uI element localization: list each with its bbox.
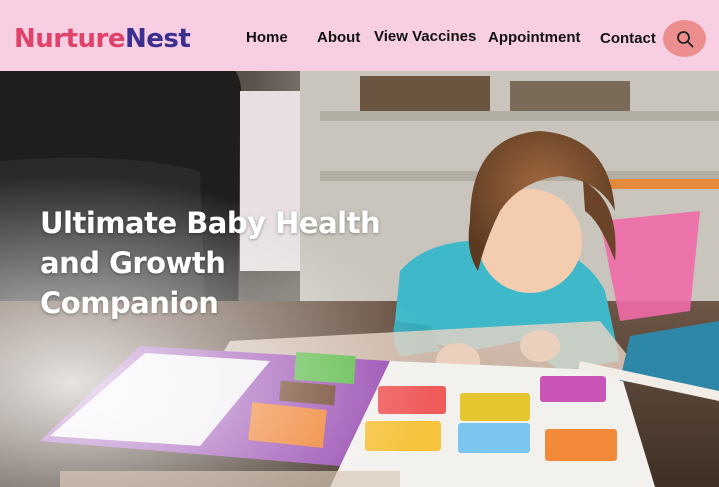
search-button[interactable] (663, 20, 706, 57)
hero-section: Ultimate Baby Health and Growth Companio… (0, 71, 719, 487)
nav-about-link[interactable]: About (317, 28, 360, 48)
nav-view-vaccines-link[interactable]: View Vaccines (374, 27, 476, 47)
brand-logo[interactable]: NurtureNest (14, 22, 191, 56)
hero-headline: Ultimate Baby Health and Growth Companio… (40, 203, 400, 323)
nav-appointment-link[interactable]: Appointment (488, 28, 580, 48)
navbar: NurtureNest Home About View Vaccines App… (0, 0, 719, 71)
hero-headline-line3: Companion (40, 286, 219, 320)
hero-headline-line2: and Growth (40, 246, 226, 280)
brand-logo-part1: Nurture (14, 24, 126, 54)
hero-headline-line1: Ultimate Baby Health (40, 206, 381, 240)
brand-logo-part2: Nest (125, 24, 191, 54)
nav-contact-link[interactable]: Contact (600, 29, 656, 49)
search-icon (676, 30, 693, 47)
nav-home-link[interactable]: Home (246, 28, 288, 48)
